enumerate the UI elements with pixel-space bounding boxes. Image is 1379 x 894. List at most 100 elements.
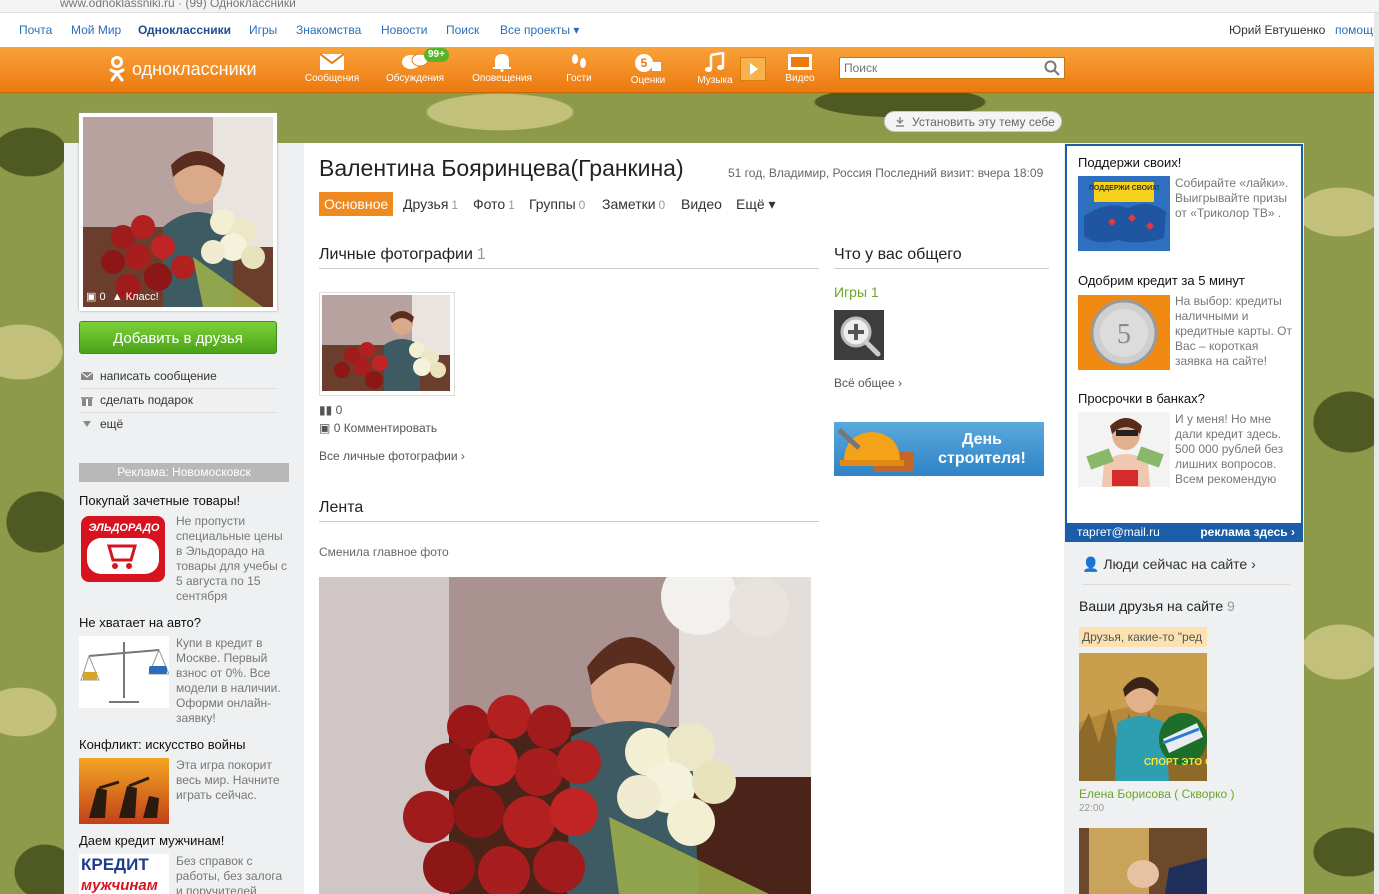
friends-online-label: Ваши друзья на сайте: [1079, 598, 1224, 614]
ad-title[interactable]: Конфликт: искусство войны: [79, 737, 246, 752]
avatar-class-label[interactable]: Класс!: [126, 291, 159, 303]
avatar-photo[interactable]: [83, 117, 273, 307]
browser-tab-strip: www.odnoklassniki.ru · (99) Одноклассник…: [0, 0, 1379, 13]
nav-messages[interactable]: Сообщения: [297, 50, 367, 90]
portal-link-search[interactable]: Поиск: [446, 23, 479, 37]
all-personal-photos-link[interactable]: Все личные фотографии ›: [319, 449, 465, 463]
friend-photo[interactable]: СПОРТ ЭТО ОК!: [1079, 653, 1207, 781]
tab-photos[interactable]: Фото 1: [473, 192, 515, 216]
more-actions-label: ещё: [100, 417, 124, 431]
target-ad-image-woman[interactable]: [1078, 412, 1170, 487]
ad-image-credit[interactable]: КРЕДИТ мужчинам: [79, 854, 169, 894]
comment-icon: ▣: [86, 291, 97, 303]
photo-thumbnail-image: [322, 295, 450, 391]
people-online-label: Люди сейчас на сайте ›: [1103, 556, 1256, 572]
friends-online-title: Ваши друзья на сайте 9: [1079, 598, 1235, 614]
common-games-link[interactable]: Игры 1: [834, 284, 879, 300]
target-ad-text[interactable]: На выбор: кредиты наличными и кредитные …: [1175, 294, 1297, 369]
make-gift-label: сделать подарок: [100, 393, 193, 407]
friend-name-link[interactable]: Елена Борисова ( Скворко ): [1079, 787, 1235, 801]
person-icon: 👤: [1082, 556, 1100, 572]
ad-title[interactable]: Даем кредит мужчинам!: [79, 833, 224, 848]
profile-avatar[interactable]: [79, 113, 277, 311]
photo-views: ▮▮ 0: [319, 403, 342, 417]
tab-notes[interactable]: Заметки 0: [602, 192, 665, 216]
ad-image-conflict[interactable]: [79, 758, 169, 824]
nav-label: Оповещения: [472, 73, 532, 84]
portal-link-games[interactable]: Игры: [249, 23, 277, 37]
nav-discussions[interactable]: 99+ Обсуждения: [380, 48, 450, 90]
target-ad-title[interactable]: Одобрим кредит за 5 минут: [1078, 273, 1245, 288]
comment-icon: ▣: [319, 421, 331, 435]
feed-photo[interactable]: [319, 577, 811, 894]
music-note-icon: [705, 52, 725, 72]
ad-title[interactable]: Покупай зачетные товары!: [79, 493, 240, 508]
tab-more[interactable]: Ещё ▾: [736, 192, 776, 216]
support-ours-label: ПОДДЕРЖИ СВОИХ!: [1089, 185, 1159, 192]
ad-text[interactable]: Эта игра покорит весь мир. Начните играт…: [176, 758, 291, 803]
portal-link-odnoklassniki[interactable]: Одноклассники: [138, 23, 231, 37]
nav-guests[interactable]: Гости: [544, 50, 614, 90]
search-input[interactable]: [840, 58, 1048, 78]
target-mail-link[interactable]: таргет@mail.ru: [1077, 523, 1160, 542]
sport-sticker-text: СПОРТ ЭТО ОК!: [1144, 757, 1207, 768]
portal-link-my-world[interactable]: Мой Мир: [71, 23, 121, 37]
portal-link-all-projects[interactable]: Все проекты ▾: [500, 23, 579, 37]
ad-image-scales[interactable]: [79, 636, 169, 708]
portal-link-mail[interactable]: Почта: [19, 23, 52, 37]
feed-event: Сменила главное фото: [319, 545, 449, 559]
views-count: 0: [335, 403, 343, 417]
builder-day-banner[interactable]: День строителя!: [834, 422, 1044, 476]
music-play-button[interactable]: [740, 57, 766, 81]
photo-comment-link[interactable]: ▣ 0 Комментировать: [319, 421, 437, 435]
game-thumbnail[interactable]: [834, 310, 884, 360]
tab-video[interactable]: Видео: [681, 192, 722, 216]
nav-video[interactable]: Видео: [765, 50, 835, 90]
ad-title[interactable]: Не хватает на авто?: [79, 615, 201, 630]
ad-image-eldorado[interactable]: ЭЛЬДОРАДО: [79, 514, 169, 586]
add-friend-button[interactable]: Добавить в друзья: [79, 321, 277, 354]
ad-text[interactable]: Купи в кредит в Москве. Первый взнос от …: [176, 636, 291, 726]
make-gift-action[interactable]: сделать подарок: [79, 390, 277, 413]
current-user-name[interactable]: Юрий Евтушенко: [1229, 23, 1325, 37]
target-ad-text[interactable]: Собирайте «лайки». Выигрывайте призы от …: [1175, 176, 1297, 221]
credit-men-logo: КРЕДИТ мужчинам: [79, 854, 169, 894]
tab-main[interactable]: Основное: [319, 192, 394, 216]
portal-link-dating[interactable]: Знакомства: [296, 23, 361, 37]
war-game-image: [79, 758, 169, 824]
friend-status-note[interactable]: Друзья, какие-то "ред: [1079, 627, 1207, 647]
advertise-here-link[interactable]: реклама здесь ›: [1200, 523, 1295, 542]
personal-photos-title: Личные фотографии 1: [319, 246, 819, 269]
ad-text[interactable]: Без справок с работы, без залога и поруч…: [176, 854, 291, 894]
more-actions[interactable]: ещё: [79, 414, 277, 436]
common-title: Что у вас общего: [834, 246, 1049, 269]
avatar-comments-count: 0: [99, 291, 106, 303]
tab-label: Заметки: [602, 196, 656, 212]
ad-region-header: Реклама: Новомосковск: [79, 463, 289, 482]
ad-text[interactable]: Не пропусти специальные цены в Эльдорадо…: [176, 514, 291, 604]
people-online-link[interactable]: 👤 Люди сейчас на сайте ›: [1082, 556, 1290, 585]
nav-label: Гости: [566, 73, 592, 84]
nav-ratings[interactable]: 5 Оценки: [613, 50, 683, 90]
footprints-icon: [572, 54, 586, 68]
photo-thumbnail[interactable]: [319, 292, 455, 396]
ok-logo-icon: [109, 56, 125, 82]
write-message-action[interactable]: написать сообщение: [79, 366, 277, 389]
portal-link-news[interactable]: Новости: [381, 23, 427, 37]
svg-text:5: 5: [1117, 319, 1131, 350]
search-icon[interactable]: [1044, 60, 1060, 76]
tab-friends[interactable]: Друзья 1: [403, 192, 458, 216]
nav-notifications[interactable]: Оповещения: [467, 50, 537, 90]
page-scrollbar[interactable]: [1374, 13, 1379, 894]
target-ad-title[interactable]: Просрочки в банках?: [1078, 391, 1205, 406]
target-ad-image-tricolor[interactable]: ПОДДЕРЖИ СВОИХ!: [1078, 176, 1170, 251]
friend-photo-2[interactable]: [1079, 828, 1207, 894]
target-ad-title[interactable]: Поддержи своих!: [1078, 155, 1181, 170]
nav-label: Оценки: [630, 75, 666, 86]
help-link[interactable]: помощь: [1335, 23, 1379, 37]
all-common-link[interactable]: Всё общее ›: [834, 376, 902, 390]
target-ad-text[interactable]: И у меня! Но мне дали кредит здесь. 500 …: [1175, 412, 1297, 487]
tab-groups[interactable]: Группы 0: [529, 192, 585, 216]
install-theme-button[interactable]: Установить эту тему себе: [884, 111, 1062, 132]
target-ad-image-coin[interactable]: 5: [1078, 295, 1170, 370]
